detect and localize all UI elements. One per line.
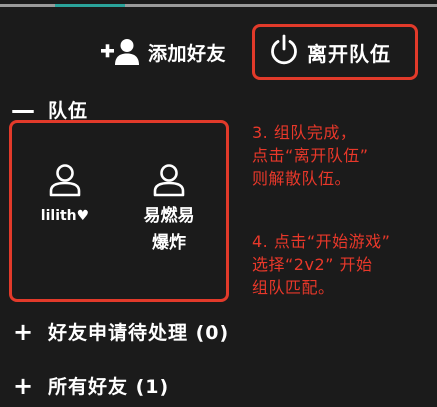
team-member-card[interactable]: 易燃易 爆炸 [124,163,214,257]
annotation-line: 选择“2v2” 开始 [252,255,373,274]
friend-requests-section-header[interactable]: + 好友申请待处理 (0) [10,318,229,345]
annotation-step4: 4. 点击“开始游戏” 选择“2v2” 开始 组队匹配。 [252,230,390,299]
annotation-line: 点击“离开队伍” [252,146,369,165]
add-friend-icon [100,38,142,66]
power-icon [269,34,299,70]
add-friend-label: 添加好友 [148,42,227,65]
collapse-icon: — [11,95,35,124]
team-panel: lilith♥ 易燃易 爆炸 [9,120,229,302]
user-icon [124,163,214,197]
team-member-card[interactable]: lilith♥ [20,163,110,230]
team-section-title: 队伍 [48,100,89,122]
add-friend-button[interactable]: 添加好友 [100,32,226,72]
leave-team-label: 离开队伍 [307,41,391,66]
member-name: lilith♥ [40,208,90,224]
annotation-line: 4. 点击“开始游戏” [252,232,391,251]
expand-icon: + [12,371,34,400]
team-section-header[interactable]: — 队伍 [10,96,88,123]
annotation-line: 组队匹配。 [252,278,335,297]
active-tab-indicator [55,4,125,7]
annotation-line: 3. 组队完成， [252,123,357,142]
annotation-step3: 3. 组队完成， 点击“离开队伍” 则解散队伍。 [252,121,369,190]
member-name-line: 爆炸 [152,233,186,253]
user-icon [20,163,110,197]
expand-icon: + [12,317,34,346]
member-name-line: 易燃易 [143,206,195,226]
annotation-line: 则解散队伍。 [252,169,352,188]
all-friends-section-header[interactable]: + 所有好友 (1) [10,372,169,399]
friend-requests-title: 好友申请待处理 (0) [48,322,230,344]
leave-team-button[interactable]: 离开队伍 [252,24,418,80]
friends-header: 添加好友 离开队伍 [0,24,437,80]
all-friends-title: 所有好友 (1) [48,376,170,398]
member-name: 易燃易 爆炸 [124,203,214,257]
